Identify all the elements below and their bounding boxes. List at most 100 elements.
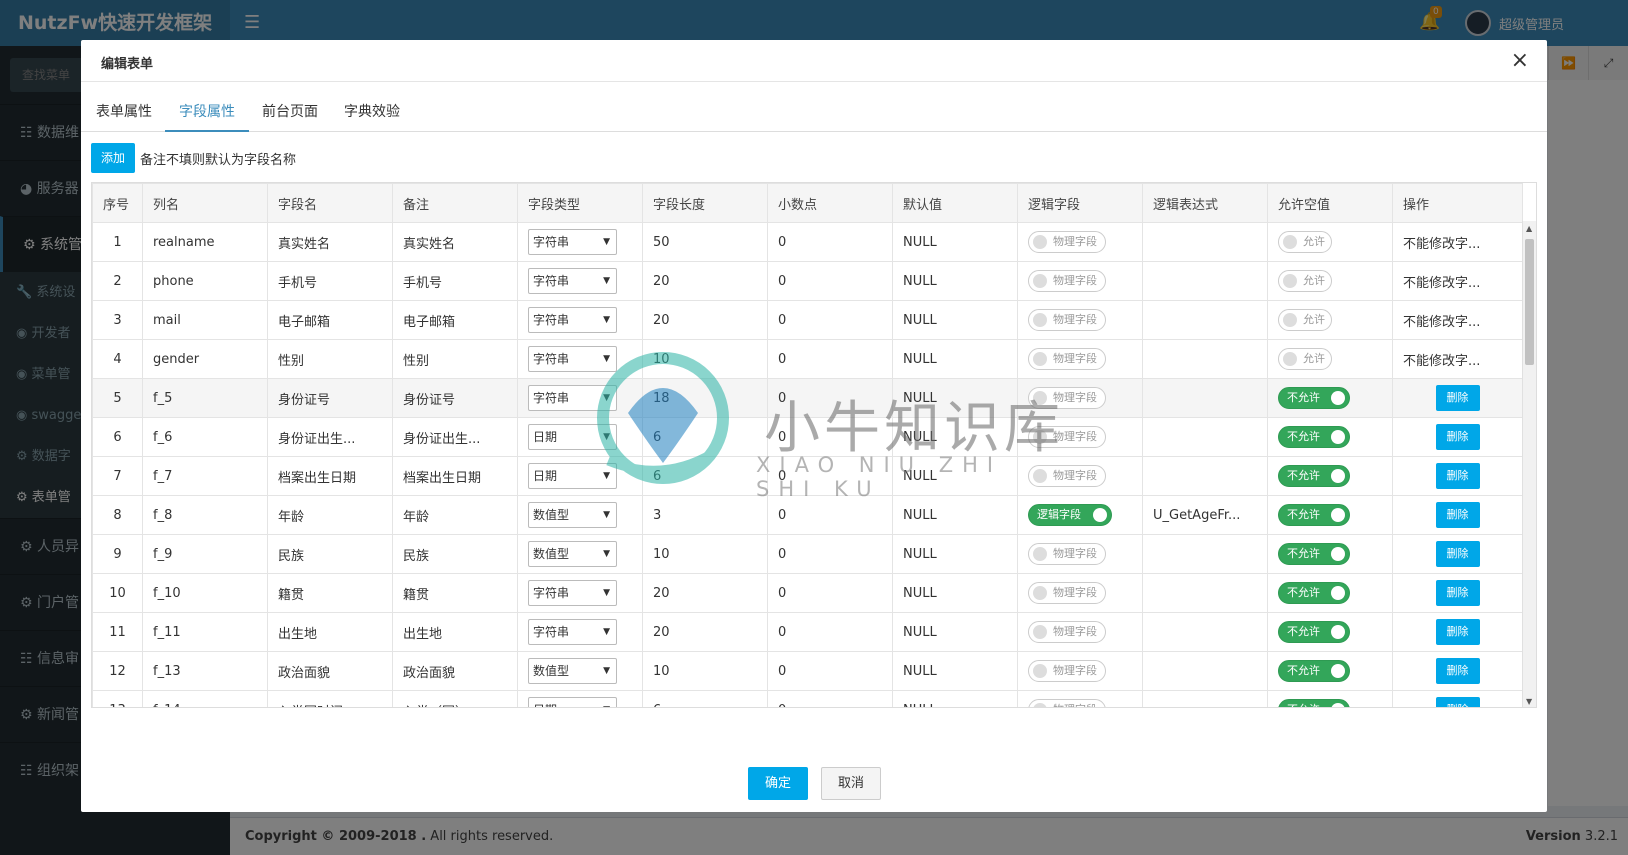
field-type-select[interactable]: 数值型 ▼ [528, 502, 617, 528]
row-number: 2 [113, 273, 122, 289]
add-field-button[interactable]: 添加 [91, 143, 135, 173]
table-cell: 允许 [1267, 339, 1393, 379]
cancel-button[interactable]: 取消 [821, 767, 881, 800]
default-value: NULL [903, 663, 937, 679]
confirm-button[interactable]: 确定 [748, 767, 808, 800]
table-cell: 入党（团） [392, 690, 518, 707]
allow-null-toggle[interactable]: 不允许 [1278, 504, 1350, 526]
table-cell: 0 [767, 339, 893, 379]
table-cell: 5 [92, 378, 143, 418]
delete-button[interactable]: 删除 [1435, 619, 1480, 645]
edit-form-modal: 编辑表单 × 表单属性 字段属性 前台页面 字典效验 添加 备注不填则默认为字段… [81, 40, 1547, 812]
logic-field-toggle[interactable]: 物理字段 [1028, 465, 1106, 487]
logic-field-toggle[interactable]: 物理字段 [1028, 582, 1106, 604]
decimal-places: 0 [778, 390, 787, 406]
logic-field-toggle[interactable]: 物理字段 [1028, 621, 1106, 643]
logic-field-toggle[interactable]: 物理字段 [1028, 543, 1106, 565]
field-type-select[interactable]: 日期▼ [528, 463, 617, 489]
logic-field-toggle[interactable]: 物理字段 [1028, 270, 1106, 292]
table-header: 序号 列名 字段名 备注 字段类型 字段长度 小数点 默认值 逻辑字段 逻辑表达式 允许空值 操作 [92, 183, 1523, 223]
column-header: 字段长度 [642, 183, 768, 223]
field-remark: 性别 [403, 353, 430, 369]
delete-button[interactable]: 删除 [1435, 658, 1480, 684]
table-cell: NULL [892, 495, 1018, 535]
table-cell: f_5 [142, 378, 268, 418]
table-cell: 不允许 [1267, 378, 1393, 418]
table-cell: 0 [767, 534, 893, 574]
field-type-select[interactable]: 数值型 ▼ [528, 541, 617, 567]
column-name: gender [153, 351, 200, 367]
logic-field-toggle[interactable]: 物理字段 [1028, 699, 1106, 707]
close-icon[interactable]: × [1511, 48, 1529, 73]
allow-null-toggle[interactable]: 不允许 [1278, 621, 1350, 643]
delete-button[interactable]: 删除 [1435, 697, 1480, 707]
field-type-select[interactable]: 日期▼ [528, 697, 617, 707]
allow-null-toggle[interactable]: 不允许 [1278, 465, 1350, 487]
logic-field-toggle[interactable]: 逻辑字段 [1028, 504, 1112, 526]
row-number: 8 [113, 507, 122, 523]
table-cell: 手机号 [267, 261, 393, 301]
field-name: 电子邮箱 [278, 314, 331, 330]
modal-tabs: 表单属性 字段属性 前台页面 字典效验 [81, 92, 1547, 132]
allow-null-toggle[interactable]: 不允许 [1278, 699, 1350, 707]
chevron-down-icon: ▼ [603, 471, 610, 481]
logic-field-toggle[interactable]: 物理字段 [1028, 231, 1106, 253]
field-type-select[interactable]: 字符串 ▼ [528, 307, 617, 333]
field-type-select[interactable]: 字符串 ▼ [528, 268, 617, 294]
field-type-select[interactable]: 字符串 ▼ [528, 229, 617, 255]
allow-null-toggle[interactable]: 不允许 [1278, 543, 1350, 565]
allow-null-toggle[interactable]: 允许 [1278, 231, 1332, 253]
table-cell: 物理字段 [1017, 261, 1143, 301]
table-cell: 2 [92, 261, 143, 301]
table-cell: 删除 [1392, 534, 1523, 574]
tab-field-props[interactable]: 字段属性 [165, 92, 249, 132]
table-cell: 不允许 [1267, 456, 1393, 496]
allow-null-toggle[interactable]: 允许 [1278, 348, 1332, 370]
table-cell: 20 [642, 261, 768, 301]
table-cell: 物理字段 [1017, 417, 1143, 457]
delete-button[interactable]: 删除 [1435, 502, 1480, 528]
allow-null-toggle[interactable]: 不允许 [1278, 582, 1350, 604]
logic-field-toggle[interactable]: 物理字段 [1028, 660, 1106, 682]
tab-form-props[interactable]: 表单属性 [83, 92, 165, 132]
table-cell: 不能修改字... [1392, 300, 1523, 340]
logic-field-toggle[interactable]: 物理字段 [1028, 387, 1106, 409]
allow-null-toggle[interactable]: 不允许 [1278, 387, 1350, 409]
delete-button[interactable]: 删除 [1435, 463, 1480, 489]
table-scrollbar[interactable]: ▲ ▼ [1522, 221, 1536, 707]
logic-expression: U_GetAgeFr... [1153, 507, 1241, 523]
delete-button[interactable]: 删除 [1435, 580, 1480, 606]
field-type-select[interactable]: 字符串 ▼ [528, 385, 617, 411]
tab-front-page[interactable]: 前台页面 [249, 92, 331, 132]
logic-field-toggle[interactable]: 物理字段 [1028, 426, 1106, 448]
logic-field-toggle[interactable]: 物理字段 [1028, 309, 1106, 331]
field-type-select[interactable]: 日期▼ [528, 424, 617, 450]
field-type-select[interactable]: 字符串 ▼ [528, 580, 617, 606]
field-type-select[interactable]: 数值型 ▼ [528, 658, 617, 684]
allow-null-toggle[interactable]: 允许 [1278, 270, 1332, 292]
scroll-down-icon[interactable]: ▼ [1526, 697, 1532, 706]
field-type-select[interactable]: 字符串 ▼ [528, 619, 617, 645]
tab-dict-validation[interactable]: 字典效验 [331, 92, 413, 132]
scroll-up-icon[interactable]: ▲ [1526, 224, 1532, 233]
table-cell: 删除 [1392, 612, 1523, 652]
logic-field-toggle[interactable]: 物理字段 [1028, 348, 1106, 370]
field-name: 性别 [278, 353, 305, 369]
allow-null-toggle[interactable]: 不允许 [1278, 660, 1350, 682]
allow-null-toggle[interactable]: 不允许 [1278, 426, 1350, 448]
delete-button[interactable]: 删除 [1435, 385, 1480, 411]
chevron-down-icon: ▼ [603, 276, 610, 286]
allow-null-toggle[interactable]: 允许 [1278, 309, 1332, 331]
table-row: 6 f_6 身份证出生... 身份证出生... 日期 ▼ 6 0 NULL 物理字段 不允许 删除 [92, 417, 1523, 457]
operation-note: 不能修改字... [1403, 236, 1481, 252]
row-number: 1 [113, 234, 122, 250]
field-type-select[interactable]: 字符串 ▼ [528, 346, 617, 372]
delete-button[interactable]: 删除 [1435, 424, 1480, 450]
table-cell: 1 [92, 222, 143, 262]
field-length: 10 [653, 351, 670, 367]
column-header: 备注 [392, 183, 518, 223]
field-length: 20 [653, 585, 670, 601]
delete-button[interactable]: 删除 [1435, 541, 1480, 567]
scrollbar-thumb[interactable] [1525, 239, 1534, 365]
table-cell: 0 [767, 612, 893, 652]
